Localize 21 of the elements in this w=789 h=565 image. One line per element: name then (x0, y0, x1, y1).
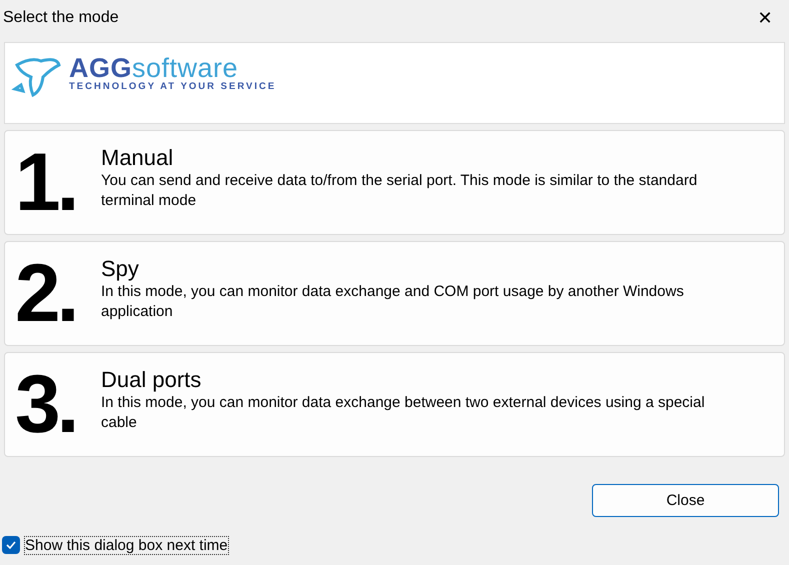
mode-number: 3. (15, 364, 76, 444)
mode-card[interactable]: 2. Spy In this mode, you can monitor data exchange and COM port usage by another Windows application (4, 241, 785, 346)
mode-card[interactable]: 3. Dual ports In this mode, you can monitor data exchange between two external devices using a special cable (4, 352, 785, 457)
mode-description: In this mode, you can monitor data exchange between two external devices using a special cable (101, 393, 706, 433)
logo-tagline: TECHNOLOGY AT YOUR SERVICE (69, 81, 276, 92)
checkbox[interactable] (2, 536, 20, 554)
check-icon (5, 539, 17, 551)
mode-card[interactable]: 1. Manual You can send and receive data to/from the serial port. This mode is similar to the standard terminal mode (4, 130, 785, 235)
mode-title: Manual (101, 145, 174, 171)
window-title: Select the mode (3, 9, 119, 27)
close-button[interactable]: ✕ (741, 0, 789, 36)
mode-number: 1. (15, 142, 76, 222)
close-dialog-button[interactable]: Close (592, 484, 779, 517)
mode-description: You can send and receive data to/from the serial port. This mode is similar to the standard terminal mode (101, 171, 698, 211)
checkbox-label[interactable]: Show this dialog box next time (25, 536, 228, 554)
mode-number: 2. (15, 254, 76, 334)
logo-icon (11, 55, 63, 99)
mode-description: In this mode, you can monitor data exchange and COM port usage by another Windows application (101, 282, 685, 322)
mode-title: Dual ports (101, 367, 202, 393)
logo-name: AGGsoftware (69, 55, 238, 81)
mode-title: Spy (101, 256, 140, 282)
